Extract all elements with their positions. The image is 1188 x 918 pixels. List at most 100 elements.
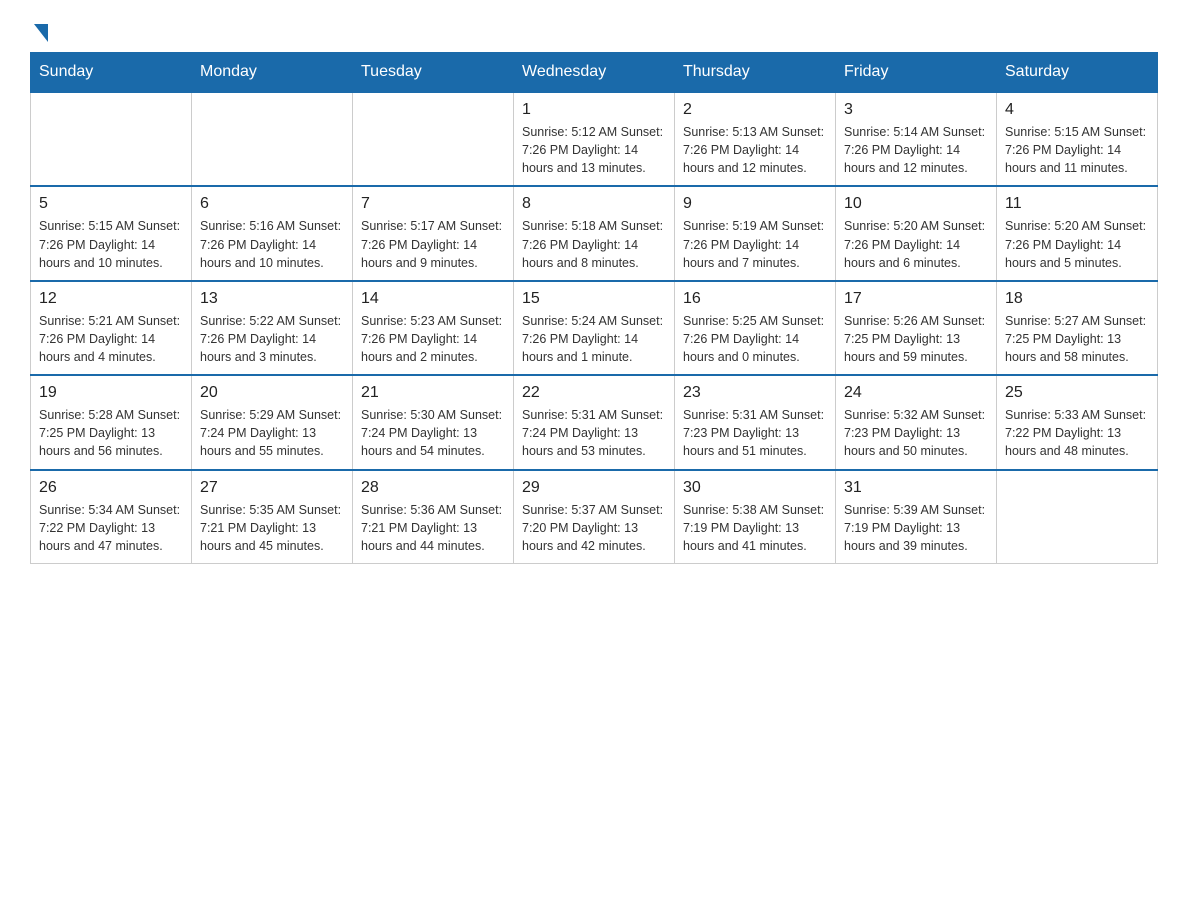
day-number: 18 xyxy=(1005,290,1149,308)
day-info: Sunrise: 5:34 AM Sunset: 7:22 PM Dayligh… xyxy=(39,501,183,555)
calendar-cell: 6Sunrise: 5:16 AM Sunset: 7:26 PM Daylig… xyxy=(192,186,353,280)
calendar-cell: 30 Sunrise: 5:38 AM Sunset: 7:19 PM Dayli… xyxy=(675,470,836,564)
day-number: 5 xyxy=(39,195,183,213)
day-number: 14 xyxy=(361,290,505,308)
calendar-cell: 27 Sunrise: 5:35 AM Sunset: 7:21 PM Dayli… xyxy=(192,470,353,564)
day-number: 22 xyxy=(522,384,666,402)
day-info: Sunrise: 5:31 AM Sunset: 7:24 PM Dayligh… xyxy=(522,406,666,460)
calendar-cell: 9 Sunrise: 5:19 AM Sunset: 7:26 PM Daylig… xyxy=(675,186,836,280)
day-number: 27 xyxy=(200,479,344,497)
day-info: Sunrise: 5:39 AM Sunset: 7:19 PM Dayligh… xyxy=(844,501,988,555)
day-number: 26 xyxy=(39,479,183,497)
day-info: Sunrise: 5:23 AM Sunset: 7:26 PM Dayligh… xyxy=(361,312,505,366)
calendar-cell: 7 Sunrise: 5:17 AM Sunset: 7:26 PM Daylig… xyxy=(353,186,514,280)
calendar-cell: 14 Sunrise: 5:23 AM Sunset: 7:26 PM Dayli… xyxy=(353,281,514,375)
logo xyxy=(30,20,48,42)
day-number: 15 xyxy=(522,290,666,308)
calendar-header-row: SundayMondayTuesdayWednesdayThursdayFrid… xyxy=(31,53,1158,93)
day-info: Sunrise: 5:36 AM Sunset: 7:21 PM Dayligh… xyxy=(361,501,505,555)
day-number: 11 xyxy=(1005,195,1149,213)
day-number: 2 xyxy=(683,101,827,119)
day-info: Sunrise: 5:17 AM Sunset: 7:26 PM Dayligh… xyxy=(361,217,505,271)
day-info: Sunrise: 5:25 AM Sunset: 7:26 PM Dayligh… xyxy=(683,312,827,366)
calendar-cell: 17 Sunrise: 5:26 AM Sunset: 7:25 PM Dayli… xyxy=(836,281,997,375)
calendar-cell: 15Sunrise: 5:24 AM Sunset: 7:26 PM Dayli… xyxy=(514,281,675,375)
calendar-cell: 25 Sunrise: 5:33 AM Sunset: 7:22 PM Dayli… xyxy=(997,375,1158,469)
calendar-cell: 18 Sunrise: 5:27 AM Sunset: 7:25 PM Dayli… xyxy=(997,281,1158,375)
calendar-cell: 8Sunrise: 5:18 AM Sunset: 7:26 PM Daylig… xyxy=(514,186,675,280)
header-monday: Monday xyxy=(192,53,353,93)
calendar-cell: 16 Sunrise: 5:25 AM Sunset: 7:26 PM Dayli… xyxy=(675,281,836,375)
day-info: Sunrise: 5:27 AM Sunset: 7:25 PM Dayligh… xyxy=(1005,312,1149,366)
calendar-cell: 29 Sunrise: 5:37 AM Sunset: 7:20 PM Dayli… xyxy=(514,470,675,564)
day-info: Sunrise: 5:15 AM Sunset: 7:26 PM Dayligh… xyxy=(39,217,183,271)
day-number: 4 xyxy=(1005,101,1149,119)
day-number: 23 xyxy=(683,384,827,402)
day-number: 6 xyxy=(200,195,344,213)
calendar-cell: 11 Sunrise: 5:20 AM Sunset: 7:26 PM Dayli… xyxy=(997,186,1158,280)
calendar-cell: 19 Sunrise: 5:28 AM Sunset: 7:25 PM Dayli… xyxy=(31,375,192,469)
day-info: Sunrise: 5:37 AM Sunset: 7:20 PM Dayligh… xyxy=(522,501,666,555)
day-info: Sunrise: 5:18 AM Sunset: 7:26 PM Dayligh… xyxy=(522,217,666,271)
calendar-cell: 10 Sunrise: 5:20 AM Sunset: 7:26 PM Dayli… xyxy=(836,186,997,280)
calendar-week-row: 5 Sunrise: 5:15 AM Sunset: 7:26 PM Daylig… xyxy=(31,186,1158,280)
header-wednesday: Wednesday xyxy=(514,53,675,93)
day-number: 13 xyxy=(200,290,344,308)
page-header xyxy=(30,20,1158,42)
calendar-cell: 28Sunrise: 5:36 AM Sunset: 7:21 PM Dayli… xyxy=(353,470,514,564)
day-info: Sunrise: 5:14 AM Sunset: 7:26 PM Dayligh… xyxy=(844,123,988,177)
day-number: 30 xyxy=(683,479,827,497)
calendar-cell: 2 Sunrise: 5:13 AM Sunset: 7:26 PM Daylig… xyxy=(675,92,836,186)
day-info: Sunrise: 5:22 AM Sunset: 7:26 PM Dayligh… xyxy=(200,312,344,366)
day-number: 31 xyxy=(844,479,988,497)
day-number: 10 xyxy=(844,195,988,213)
day-info: Sunrise: 5:19 AM Sunset: 7:26 PM Dayligh… xyxy=(683,217,827,271)
day-info: Sunrise: 5:33 AM Sunset: 7:22 PM Dayligh… xyxy=(1005,406,1149,460)
day-info: Sunrise: 5:30 AM Sunset: 7:24 PM Dayligh… xyxy=(361,406,505,460)
day-info: Sunrise: 5:38 AM Sunset: 7:19 PM Dayligh… xyxy=(683,501,827,555)
calendar-cell: 12 Sunrise: 5:21 AM Sunset: 7:26 PM Dayli… xyxy=(31,281,192,375)
calendar-cell xyxy=(31,92,192,186)
calendar-cell: 24 Sunrise: 5:32 AM Sunset: 7:23 PM Dayli… xyxy=(836,375,997,469)
header-tuesday: Tuesday xyxy=(353,53,514,93)
day-number: 12 xyxy=(39,290,183,308)
calendar-cell: 22 Sunrise: 5:31 AM Sunset: 7:24 PM Dayli… xyxy=(514,375,675,469)
calendar-cell: 20Sunrise: 5:29 AM Sunset: 7:24 PM Dayli… xyxy=(192,375,353,469)
day-number: 25 xyxy=(1005,384,1149,402)
header-friday: Friday xyxy=(836,53,997,93)
day-info: Sunrise: 5:35 AM Sunset: 7:21 PM Dayligh… xyxy=(200,501,344,555)
day-info: Sunrise: 5:21 AM Sunset: 7:26 PM Dayligh… xyxy=(39,312,183,366)
calendar-cell xyxy=(997,470,1158,564)
day-info: Sunrise: 5:32 AM Sunset: 7:23 PM Dayligh… xyxy=(844,406,988,460)
day-number: 16 xyxy=(683,290,827,308)
day-number: 7 xyxy=(361,195,505,213)
day-info: Sunrise: 5:20 AM Sunset: 7:26 PM Dayligh… xyxy=(1005,217,1149,271)
logo-arrow-icon xyxy=(34,24,48,42)
day-number: 20 xyxy=(200,384,344,402)
day-number: 24 xyxy=(844,384,988,402)
header-saturday: Saturday xyxy=(997,53,1158,93)
calendar-week-row: 19 Sunrise: 5:28 AM Sunset: 7:25 PM Dayli… xyxy=(31,375,1158,469)
day-number: 19 xyxy=(39,384,183,402)
header-sunday: Sunday xyxy=(31,53,192,93)
calendar-week-row: 1 Sunrise: 5:12 AM Sunset: 7:26 PM Daylig… xyxy=(31,92,1158,186)
day-info: Sunrise: 5:26 AM Sunset: 7:25 PM Dayligh… xyxy=(844,312,988,366)
calendar-cell xyxy=(192,92,353,186)
day-number: 29 xyxy=(522,479,666,497)
day-number: 9 xyxy=(683,195,827,213)
calendar-week-row: 12 Sunrise: 5:21 AM Sunset: 7:26 PM Dayli… xyxy=(31,281,1158,375)
day-number: 1 xyxy=(522,101,666,119)
day-number: 17 xyxy=(844,290,988,308)
day-info: Sunrise: 5:20 AM Sunset: 7:26 PM Dayligh… xyxy=(844,217,988,271)
calendar-table: SundayMondayTuesdayWednesdayThursdayFrid… xyxy=(30,52,1158,564)
day-info: Sunrise: 5:28 AM Sunset: 7:25 PM Dayligh… xyxy=(39,406,183,460)
calendar-cell: 1 Sunrise: 5:12 AM Sunset: 7:26 PM Daylig… xyxy=(514,92,675,186)
day-info: Sunrise: 5:31 AM Sunset: 7:23 PM Dayligh… xyxy=(683,406,827,460)
day-info: Sunrise: 5:12 AM Sunset: 7:26 PM Dayligh… xyxy=(522,123,666,177)
day-number: 21 xyxy=(361,384,505,402)
calendar-week-row: 26 Sunrise: 5:34 AM Sunset: 7:22 PM Dayli… xyxy=(31,470,1158,564)
calendar-cell: 23 Sunrise: 5:31 AM Sunset: 7:23 PM Dayli… xyxy=(675,375,836,469)
day-info: Sunrise: 5:13 AM Sunset: 7:26 PM Dayligh… xyxy=(683,123,827,177)
calendar-cell: 13 Sunrise: 5:22 AM Sunset: 7:26 PM Dayli… xyxy=(192,281,353,375)
calendar-cell: 4Sunrise: 5:15 AM Sunset: 7:26 PM Daylig… xyxy=(997,92,1158,186)
